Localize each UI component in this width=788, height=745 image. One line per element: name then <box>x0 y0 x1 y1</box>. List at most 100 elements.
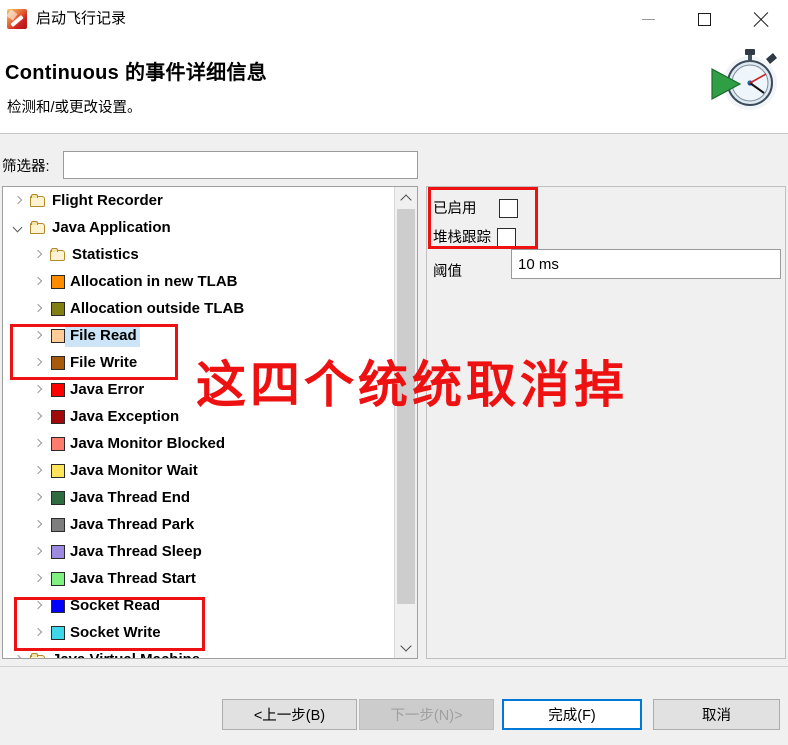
stopwatch-play-icon <box>711 49 777 110</box>
tree-item-label: File Read <box>65 324 140 347</box>
chevron-right-icon[interactable] <box>31 599 44 612</box>
tree-row[interactable]: File Write <box>3 349 395 376</box>
event-color-swatch-icon <box>51 598 65 613</box>
next-button: 下一步(N)> <box>359 699 494 730</box>
event-color-swatch-icon <box>51 571 65 586</box>
event-color-swatch-icon <box>51 301 65 316</box>
tree-row[interactable]: Java Monitor Blocked <box>3 430 395 457</box>
wizard-header: Continuous 的事件详细信息 检测和/或更改设置。 <box>0 38 788 134</box>
event-color-swatch-icon <box>51 274 65 289</box>
jfr-rocket-icon <box>7 9 27 29</box>
scroll-up-button[interactable] <box>395 187 417 209</box>
cancel-button[interactable]: 取消 <box>653 699 780 730</box>
tree-row[interactable]: Java Thread Start <box>3 565 395 592</box>
chevron-right-icon[interactable] <box>31 302 44 315</box>
minimize-button[interactable] <box>620 0 676 38</box>
tree-item-label: Java Virtual Machine <box>47 649 203 659</box>
wizard-button-bar: <上一步(B) 下一步(N)> 完成(F) 取消 <box>0 666 788 745</box>
tree-row[interactable]: File Read <box>3 322 395 349</box>
chevron-right-icon[interactable] <box>31 491 44 504</box>
tree-row[interactable]: Java Virtual Machine <box>3 646 395 658</box>
tree-item-label: Java Error <box>70 380 145 398</box>
event-color-swatch-icon <box>51 328 65 343</box>
page-title: Continuous 的事件详细信息 <box>5 62 268 84</box>
tree-item-label: Socket Read <box>70 596 161 614</box>
event-type-tree-panel: Flight Recorder Java Application Statistic… <box>2 186 418 659</box>
chevron-right-icon[interactable] <box>31 626 44 639</box>
scrollbar-thumb[interactable] <box>397 209 415 604</box>
tree-row[interactable]: Allocation outside TLAB <box>3 295 395 322</box>
chevron-up-icon <box>402 194 411 203</box>
chevron-right-icon[interactable] <box>31 437 44 450</box>
folder-icon <box>50 247 67 262</box>
close-button[interactable] <box>732 0 788 38</box>
tree-vertical-scrollbar[interactable] <box>394 187 417 658</box>
close-icon <box>752 11 769 28</box>
tree-row[interactable]: Allocation in new TLAB <box>3 268 395 295</box>
event-color-swatch-icon <box>51 490 65 505</box>
stacktrace-checkbox[interactable] <box>497 228 516 247</box>
enabled-checkbox[interactable] <box>498 199 518 218</box>
window-title: 启动飞行记录 <box>36 10 127 27</box>
stacktrace-row: 堆栈跟踪 <box>433 228 516 247</box>
folder-icon <box>30 652 47 658</box>
threshold-input[interactable] <box>511 249 781 279</box>
tree-row[interactable]: Flight Recorder <box>3 187 395 214</box>
tree-item-label: Java Exception <box>70 407 180 425</box>
event-color-swatch-icon <box>51 382 65 397</box>
folder-icon <box>30 220 47 235</box>
scroll-down-button[interactable] <box>395 636 417 658</box>
finish-button[interactable]: 完成(F) <box>502 699 642 730</box>
enabled-label: 已启用 <box>433 200 477 217</box>
event-color-swatch-icon <box>51 436 65 451</box>
event-color-swatch-icon <box>51 544 65 559</box>
chevron-right-icon[interactable] <box>31 545 44 558</box>
chevron-right-icon[interactable] <box>31 464 44 477</box>
chevron-down-icon[interactable] <box>11 221 24 234</box>
event-type-tree[interactable]: Flight Recorder Java Application Statistic… <box>3 187 395 658</box>
chevron-right-icon[interactable] <box>31 248 44 261</box>
tree-row[interactable]: Socket Read <box>3 592 395 619</box>
tree-row[interactable]: Statistics <box>3 241 395 268</box>
tree-item-label: Flight Recorder <box>52 191 163 209</box>
tree-row[interactable]: Java Thread End <box>3 484 395 511</box>
tree-row[interactable]: Java Application <box>3 214 395 241</box>
back-button[interactable]: <上一步(B) <box>222 699 357 730</box>
chevron-right-icon[interactable] <box>31 410 44 423</box>
chevron-right-icon[interactable] <box>31 572 44 585</box>
chevron-right-icon[interactable] <box>31 329 44 342</box>
maximize-icon <box>697 12 711 26</box>
filter-input[interactable] <box>63 151 418 179</box>
stacktrace-label: 堆栈跟踪 <box>433 229 491 246</box>
chevron-right-icon[interactable] <box>11 653 24 658</box>
event-color-swatch-icon <box>51 355 65 370</box>
tree-row[interactable]: Java Monitor Wait <box>3 457 395 484</box>
event-color-swatch-icon <box>51 625 65 640</box>
maximize-button[interactable] <box>676 0 732 38</box>
tree-item-label: Socket Write <box>70 623 161 641</box>
tree-item-label: Allocation outside TLAB <box>70 299 245 317</box>
tree-item-label: Java Application <box>52 218 171 236</box>
tree-item-label: File Write <box>70 353 138 371</box>
tree-row[interactable]: Java Thread Park <box>3 511 395 538</box>
tree-row[interactable]: Java Exception <box>3 403 395 430</box>
enabled-row: 已启用 <box>433 199 518 218</box>
chevron-right-icon[interactable] <box>31 356 44 369</box>
minimize-icon <box>641 18 655 20</box>
tree-item-label: Java Thread End <box>70 488 191 506</box>
filter-label: 筛选器: <box>2 159 50 175</box>
page-description: 检测和/或更改设置。 <box>7 100 142 116</box>
tree-item-label: Java Monitor Blocked <box>70 434 226 452</box>
chevron-right-icon[interactable] <box>31 275 44 288</box>
tree-row[interactable]: Socket Write <box>3 619 395 646</box>
event-color-swatch-icon <box>51 463 65 478</box>
chevron-right-icon[interactable] <box>31 383 44 396</box>
tree-row[interactable]: Java Thread Sleep <box>3 538 395 565</box>
tree-item-label: Java Monitor Wait <box>70 461 198 479</box>
wizard-content: 筛选器: Flight Recorder Java Application Stat… <box>0 134 788 666</box>
chevron-right-icon[interactable] <box>31 518 44 531</box>
window-title-bar: 启动飞行记录 <box>0 0 788 38</box>
chevron-right-icon[interactable] <box>11 194 24 207</box>
tree-row[interactable]: Java Error <box>3 376 395 403</box>
tree-item-label: Java Thread Sleep <box>70 542 202 560</box>
